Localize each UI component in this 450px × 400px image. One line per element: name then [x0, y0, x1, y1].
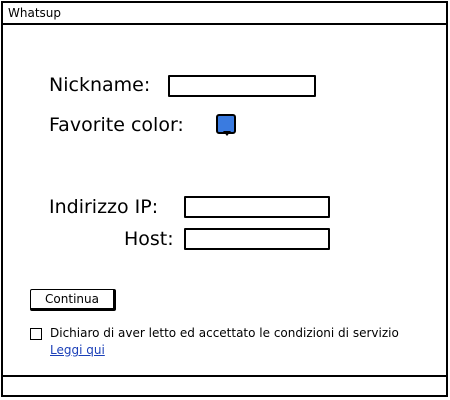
favorite-color-picker[interactable] — [216, 114, 236, 136]
terms-checkbox[interactable] — [30, 328, 42, 340]
window-title: Whatsup — [8, 6, 62, 20]
title-bar: Whatsup — [3, 3, 446, 25]
ip-address-label: Indirizzo IP: — [49, 196, 159, 218]
status-bar — [3, 375, 446, 395]
dropdown-arrow-icon — [223, 131, 231, 136]
continue-button[interactable]: Continua — [30, 289, 116, 311]
nickname-input[interactable] — [168, 75, 316, 97]
nickname-label: Nickname: — [49, 74, 151, 96]
host-input[interactable] — [184, 228, 330, 250]
host-label: Host: — [124, 228, 174, 250]
favorite-color-label: Favorite color: — [49, 114, 184, 136]
ip-address-input[interactable] — [184, 196, 330, 218]
terms-label: Dichiaro di aver letto ed accettato le c… — [50, 326, 399, 340]
terms-link[interactable]: Leggi qui — [50, 343, 105, 357]
